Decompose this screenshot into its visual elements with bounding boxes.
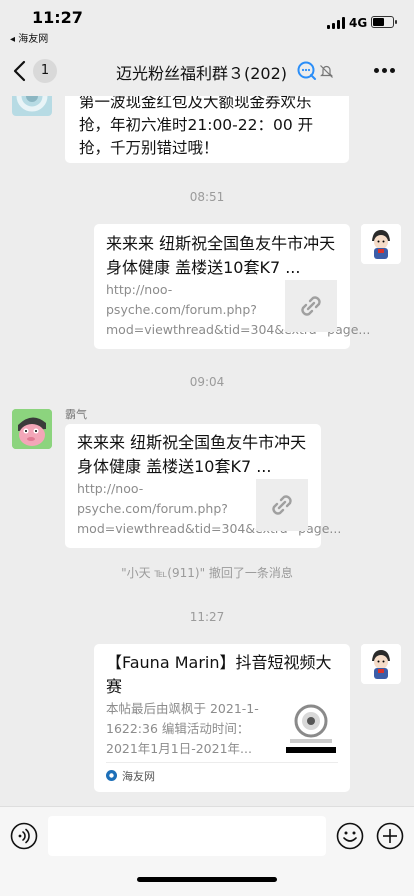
- recall-notice: "小天 ℡(911)" 撤回了一条消息: [121, 566, 293, 580]
- unread-count-badge[interactable]: 1: [33, 59, 57, 83]
- signal-icon: [327, 17, 345, 29]
- chat-title: 迈光粉丝福利群３(202): [116, 64, 288, 83]
- link-card-description: 本帖最后由飒枫于 2021-1-1622:36 编辑活动时间：2021年1月1日…: [106, 701, 259, 756]
- source-name: 海友网: [122, 770, 155, 783]
- card-thumbnail: [284, 699, 338, 753]
- status-time: 11:27: [32, 8, 83, 27]
- link-card[interactable]: 来来来 纽斯祝全国鱼友牛市冲天 身体健康 盖楼送10套K7 ... http:/…: [94, 224, 371, 349]
- link-card-title: 来来来 纽斯祝全国鱼友牛市冲天 身体健康 盖楼送10套K7 ...: [106, 234, 336, 277]
- link-card[interactable]: 【Fauna Marin】抖音短视频大赛 本帖最后由飒枫于 2021-1-162…: [94, 644, 350, 792]
- sender-name: 霸气: [65, 408, 87, 421]
- input-bar: [0, 806, 414, 896]
- link-thumbnail: [256, 479, 308, 531]
- more-options-icon[interactable]: [374, 68, 396, 74]
- link-card-description: http://noo-psyche.com/forum.php?mod=view…: [77, 481, 342, 536]
- emoji-icon[interactable]: [336, 822, 364, 850]
- voice-input-icon[interactable]: [10, 822, 38, 850]
- add-more-icon[interactable]: [376, 822, 404, 850]
- timestamp: 11:27: [189, 610, 225, 624]
- my-avatar[interactable]: [361, 224, 401, 264]
- link-card-title: 【Fauna Marin】抖音短视频大赛: [106, 653, 332, 696]
- card-divider: [106, 762, 338, 763]
- chat-header: 1 迈光粉丝福利群３(202): [0, 46, 414, 96]
- mute-bell-icon: [320, 65, 333, 78]
- link-icon: [272, 495, 292, 515]
- message-bubble[interactable]: 第一波现金红包及大额现金券欢乐抢，年初六准时21:00-22：00 开抢，千万别…: [65, 96, 349, 163]
- avatar[interactable]: [12, 96, 52, 116]
- battery-icon: [371, 16, 397, 28]
- link-icon: [301, 296, 321, 316]
- status-bar: 11:27 ◂ 海友网 4G: [0, 0, 414, 46]
- message-text: 第一波现金红包及大额现金券欢乐抢，年初六准时21:00-22：00 开抢，千万别…: [79, 96, 314, 157]
- link-card-description: http://noo-psyche.com/forum.php?mod=view…: [106, 282, 371, 337]
- my-avatar[interactable]: [361, 644, 401, 684]
- battery-level: [373, 18, 384, 26]
- back-arrow-icon[interactable]: [12, 60, 28, 82]
- home-indicator: [137, 877, 277, 882]
- avatar[interactable]: [12, 409, 52, 449]
- network-type: 4G: [349, 16, 368, 30]
- chat-bubble-icon: [297, 61, 316, 80]
- message-list[interactable]: 第一波现金红包及大额现金券欢乐抢，年初六准时21:00-22：00 开抢，千万别…: [0, 96, 414, 806]
- timestamp: 09:04: [189, 375, 225, 389]
- link-card-title: 来来来 纽斯祝全国鱼友牛市冲天 身体健康 盖楼送10套K7 ...: [77, 433, 307, 476]
- source-app-icon: [106, 770, 117, 781]
- message-input[interactable]: [48, 816, 326, 856]
- timestamp: 08:51: [189, 190, 225, 204]
- link-thumbnail: [285, 280, 337, 332]
- back-to-app-link[interactable]: ◂ 海友网: [10, 30, 48, 45]
- link-card[interactable]: 来来来 纽斯祝全国鱼友牛市冲天 身体健康 盖楼送10套K7 ... http:/…: [65, 424, 342, 548]
